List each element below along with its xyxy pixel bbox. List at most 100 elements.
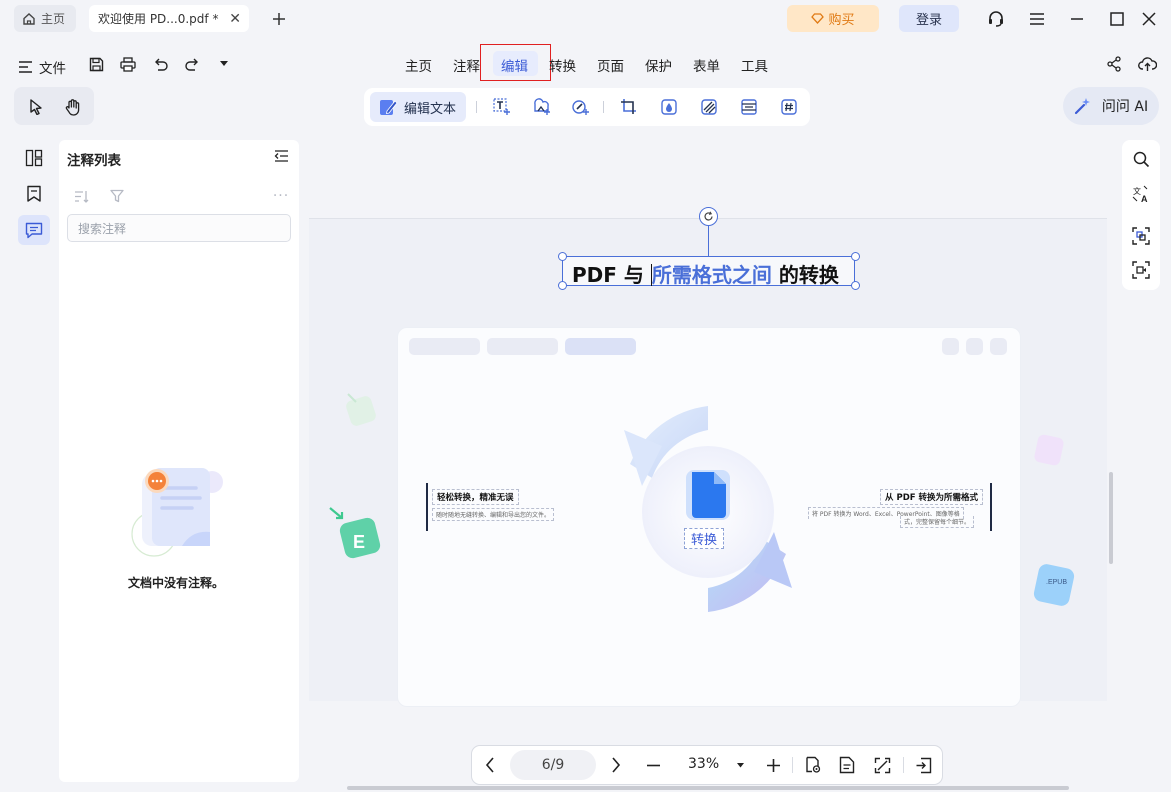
header-footer-icon[interactable] — [737, 95, 761, 119]
undo-icon[interactable] — [149, 53, 171, 75]
add-text-icon[interactable] — [490, 95, 514, 119]
ocr-icon[interactable] — [1129, 224, 1153, 248]
bar-divider — [903, 757, 904, 773]
background-icon[interactable] — [697, 95, 721, 119]
minimize-icon[interactable] — [1065, 7, 1089, 31]
title-part-1: PDF 与 — [572, 263, 651, 287]
share-icon[interactable] — [1103, 53, 1125, 75]
menu-page[interactable]: 页面 — [597, 55, 624, 75]
rotate-handle-icon[interactable] — [699, 207, 718, 226]
crop-page-icon[interactable] — [617, 95, 641, 119]
tab-document-label: 欢迎使用 PD...0.pdf * — [98, 12, 219, 26]
buy-label: 购买 — [828, 13, 855, 28]
quick-access-dropdown-icon[interactable] — [215, 55, 233, 73]
save-icon[interactable] — [85, 53, 107, 75]
diamond-icon — [811, 13, 825, 24]
collapse-panel-icon[interactable] — [271, 146, 291, 166]
page-number-input[interactable]: 6/9 — [510, 750, 596, 780]
left-feature-subtext: 随时随地无缝转换、编辑和导出您的文件。 — [432, 508, 555, 521]
panel-title: 注释列表 — [67, 153, 121, 169]
home-icon — [22, 12, 36, 26]
read-mode-icon[interactable] — [801, 754, 825, 776]
headset-icon[interactable] — [984, 7, 1008, 31]
resize-handle[interactable] — [558, 252, 567, 261]
convert-center-label: 转换 — [684, 528, 725, 549]
search-annotations-input[interactable]: 搜索注释 — [67, 214, 291, 242]
empty-state-illustration-icon — [126, 462, 232, 558]
faded-image-file-icon — [340, 390, 380, 430]
tab-document[interactable]: 欢迎使用 PD...0.pdf * ✕ — [89, 5, 249, 32]
login-button[interactable]: 登录 — [899, 5, 959, 32]
resize-handle[interactable] — [851, 281, 860, 290]
menu-tools[interactable]: 工具 — [741, 55, 768, 75]
sort-icon[interactable] — [71, 186, 91, 206]
ai-sparkle-icon — [1074, 97, 1092, 115]
menu-annotate[interactable]: 注释 — [453, 55, 480, 75]
comments-panel-icon[interactable] — [18, 215, 50, 245]
page-layout-icon[interactable] — [835, 754, 859, 776]
close-window-icon[interactable] — [1137, 7, 1161, 31]
close-tab-icon[interactable]: ✕ — [229, 11, 241, 27]
fit-page-icon[interactable] — [870, 754, 894, 776]
maximize-icon[interactable] — [1105, 7, 1129, 31]
zoom-level[interactable]: 33% — [688, 756, 719, 772]
redo-icon[interactable] — [181, 53, 203, 75]
exit-fullscreen-icon[interactable] — [911, 754, 935, 776]
watermark-icon[interactable] — [657, 95, 681, 119]
epub-file-icon: .EPUB — [1030, 560, 1080, 614]
more-options-icon[interactable]: ··· — [270, 186, 292, 206]
bookmark-icon[interactable] — [22, 182, 46, 206]
right-feature-subtext-2: 式，完整保留每个细节。 — [900, 516, 975, 528]
horizontal-scrollbar[interactable] — [347, 786, 1069, 790]
left-feature-heading: 轻松转换，精准无误 — [432, 489, 519, 505]
zoom-out-icon[interactable] — [642, 754, 664, 776]
search-icon[interactable] — [1129, 147, 1153, 171]
hand-tool-icon[interactable] — [61, 95, 85, 119]
buy-button[interactable]: 购买 — [787, 5, 879, 32]
svg-text:E: E — [353, 532, 365, 552]
mock-button — [966, 338, 983, 355]
menu-protect[interactable]: 保护 — [645, 55, 672, 75]
caption-rule — [426, 483, 428, 531]
vertical-scrollbar[interactable] — [1109, 472, 1113, 564]
mock-button — [990, 338, 1007, 355]
file-menu-label: 文件 — [39, 61, 66, 77]
next-page-icon[interactable] — [605, 754, 627, 776]
menu-home[interactable]: 主页 — [405, 55, 432, 75]
svg-text:A: A — [1141, 194, 1148, 203]
screenshot-icon[interactable] — [1129, 258, 1153, 282]
svg-text:文: 文 — [1133, 186, 1141, 196]
document-title[interactable]: PDF 与 所需格式之间 的转换 — [572, 259, 839, 288]
zoom-in-icon[interactable] — [762, 754, 784, 776]
menu-form[interactable]: 表单 — [693, 55, 720, 75]
file-menu[interactable]: 文件 — [18, 57, 66, 77]
tab-home-label: 主页 — [41, 12, 66, 26]
thumbnails-icon[interactable] — [22, 146, 46, 170]
edit-text-button[interactable]: 编辑文本 — [370, 92, 466, 122]
bates-number-icon[interactable] — [777, 95, 801, 119]
previous-page-icon[interactable] — [479, 754, 501, 776]
tab-home[interactable]: 主页 — [14, 5, 76, 32]
empty-state-message: 文档中没有注释。 — [127, 576, 224, 590]
filter-icon[interactable] — [107, 186, 127, 206]
menu-convert[interactable]: 转换 — [549, 55, 576, 75]
mock-tab — [409, 338, 480, 355]
select-cursor-icon[interactable] — [24, 95, 48, 119]
bar-divider — [792, 757, 793, 773]
add-image-icon[interactable] — [530, 95, 554, 119]
add-link-icon[interactable] — [569, 95, 593, 119]
resize-handle[interactable] — [558, 281, 567, 290]
resize-handle[interactable] — [851, 252, 860, 261]
new-tab-icon[interactable] — [268, 8, 290, 30]
cloud-upload-icon[interactable] — [1135, 53, 1159, 75]
excel-file-icon: E — [324, 502, 386, 564]
menu-icon[interactable] — [1025, 7, 1049, 31]
ask-ai-button[interactable]: 问问 AI — [1063, 87, 1159, 125]
print-icon[interactable] — [117, 53, 139, 75]
right-feature-heading: 从 PDF 转换为所需格式 — [880, 489, 984, 505]
translate-icon[interactable]: 文A — [1129, 182, 1153, 206]
edit-text-icon — [378, 97, 398, 117]
menu-edit[interactable]: 编辑 — [501, 55, 528, 75]
zoom-dropdown-icon[interactable] — [733, 757, 747, 773]
hamburger-icon — [18, 61, 33, 73]
